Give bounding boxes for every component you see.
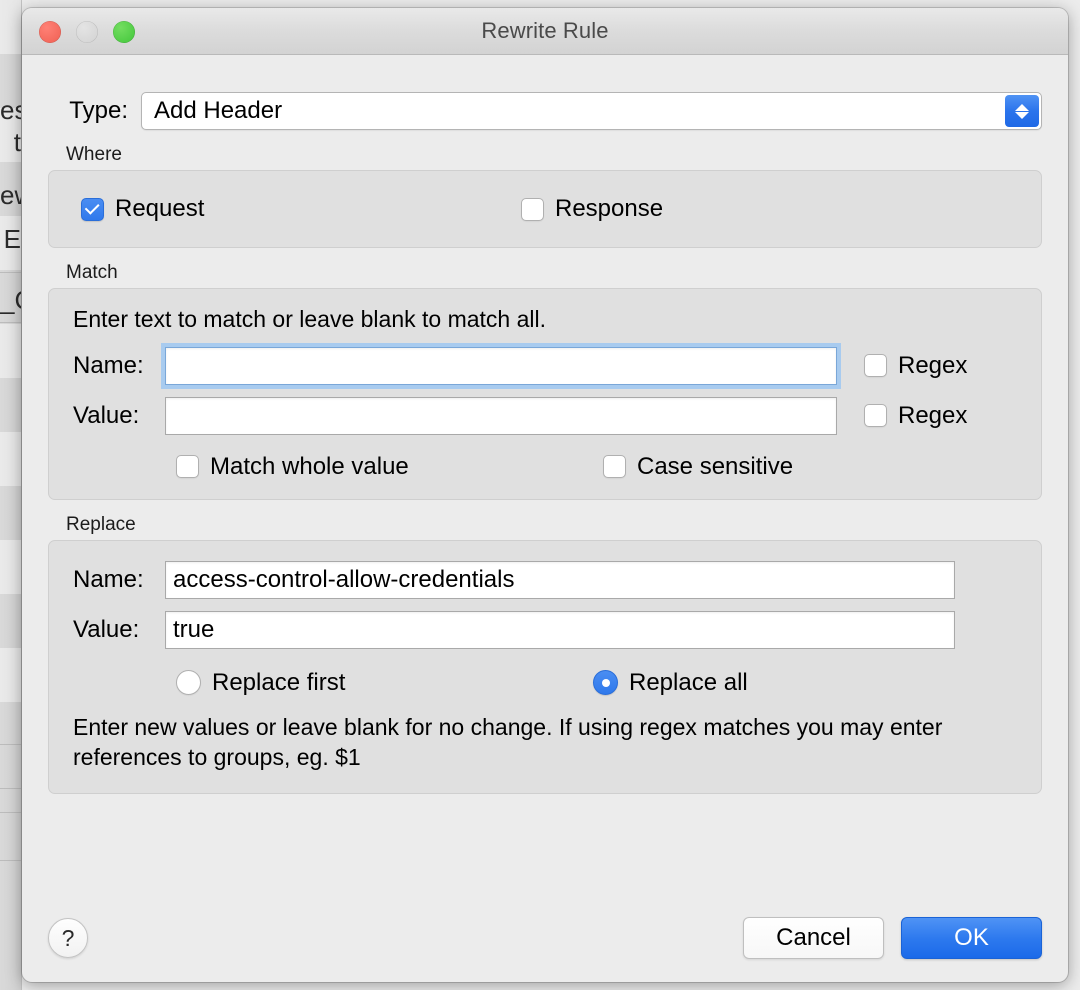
radio-replace-all[interactable]: Replace all	[593, 669, 748, 697]
background-table-strip: es t ew E _C	[0, 0, 22, 990]
radio-replace-all-dot[interactable]	[593, 670, 618, 696]
dialog-footer: ? Cancel OK	[48, 916, 1042, 960]
match-name-row: Name: Regex	[73, 342, 1021, 389]
checkbox-match-whole-value-box[interactable]	[176, 455, 199, 479]
rewrite-rule-dialog: Rewrite Rule Type: Add Header Where Requ	[22, 8, 1068, 982]
where-group-title: Where	[66, 144, 122, 165]
checkbox-match-whole-value[interactable]: Match whole value	[176, 453, 603, 481]
checkbox-request[interactable]: Request	[81, 195, 521, 223]
radio-replace-all-label: Replace all	[629, 668, 748, 696]
checkbox-match-whole-value-label: Match whole value	[210, 452, 409, 480]
ok-button[interactable]: OK	[901, 917, 1042, 959]
checkbox-response-box[interactable]	[521, 197, 544, 221]
background-text-fragment: ew	[0, 180, 21, 210]
match-group-panel: Enter text to match or leave blank to ma…	[48, 288, 1042, 500]
checkbox-case-sensitive-box[interactable]	[603, 455, 626, 479]
type-selected-value: Add Header	[154, 97, 283, 124]
match-name-input[interactable]	[161, 342, 841, 389]
checkbox-match-value-regex[interactable]: Regex	[864, 402, 967, 430]
checkbox-request-label: Request	[115, 195, 205, 222]
replace-hint-text: Enter new values or leave blank for no c…	[73, 713, 943, 770]
background-text-fragment: E	[3, 224, 21, 254]
checkbox-request-box[interactable]	[81, 197, 104, 221]
dialog-body: Type: Add Header Where Request Response …	[22, 55, 1068, 982]
cancel-button[interactable]: Cancel	[743, 917, 884, 959]
checkbox-response[interactable]: Response	[521, 195, 663, 223]
match-value-row: Value: Regex	[73, 396, 1021, 435]
maximize-button[interactable]	[113, 20, 135, 43]
minimize-button[interactable]	[76, 20, 98, 43]
checkbox-match-name-regex-label: Regex	[898, 351, 968, 379]
checkbox-match-name-regex-box[interactable]	[864, 354, 887, 378]
traffic-lights	[39, 8, 135, 55]
window-title: Rewrite Rule	[481, 18, 609, 43]
checkbox-match-name-regex[interactable]: Regex	[864, 352, 967, 380]
type-label: Type:	[69, 97, 128, 124]
where-group: Where Request Response	[48, 144, 1042, 248]
replace-value-label: Value:	[73, 615, 140, 643]
chevron-updown-icon[interactable]	[1005, 95, 1039, 127]
checkbox-match-value-regex-box[interactable]	[864, 404, 887, 428]
match-group-title: Match	[66, 262, 118, 283]
replace-value-input[interactable]: true	[165, 610, 955, 649]
match-value-input[interactable]	[165, 396, 837, 435]
type-row: Type: Add Header	[48, 92, 1042, 130]
replace-mode-radio-group: Replace first Replace all	[73, 669, 1021, 697]
help-icon[interactable]: ?	[48, 918, 88, 958]
replace-group: Replace Name: access-control-allow-crede…	[48, 514, 1042, 794]
background-text-fragment: t	[13, 127, 21, 157]
checkbox-case-sensitive[interactable]: Case sensitive	[603, 453, 793, 481]
match-options-row: Match whole value Case sensitive	[73, 453, 1021, 481]
checkbox-response-label: Response	[555, 195, 664, 222]
replace-name-label: Name:	[73, 565, 144, 593]
replace-value-row: Value: true	[73, 610, 1021, 649]
radio-replace-first[interactable]: Replace first	[176, 669, 593, 697]
type-popup-button[interactable]: Add Header	[141, 92, 1042, 130]
match-group: Match Enter text to match or leave blank…	[48, 262, 1042, 500]
radio-replace-first-label: Replace first	[212, 668, 346, 696]
radio-replace-first-dot[interactable]	[176, 670, 201, 696]
where-group-panel: Request Response	[48, 170, 1042, 248]
close-button[interactable]	[39, 20, 61, 43]
match-value-label: Value:	[73, 401, 140, 429]
replace-group-panel: Name: access-control-allow-credentials V…	[48, 539, 1042, 794]
background-text-fragment: _C	[0, 285, 21, 315]
match-name-label: Name:	[73, 351, 144, 379]
match-hint-text: Enter text to match or leave blank to ma…	[73, 306, 547, 332]
replace-name-input[interactable]: access-control-allow-credentials	[165, 560, 955, 599]
background-text-fragment: es	[0, 95, 21, 125]
checkbox-match-value-regex-label: Regex	[898, 401, 968, 429]
replace-group-title: Replace	[66, 513, 136, 535]
replace-name-row: Name: access-control-allow-credentials	[73, 560, 1021, 599]
dialog-titlebar[interactable]: Rewrite Rule	[22, 8, 1068, 55]
checkbox-case-sensitive-label: Case sensitive	[637, 452, 794, 480]
